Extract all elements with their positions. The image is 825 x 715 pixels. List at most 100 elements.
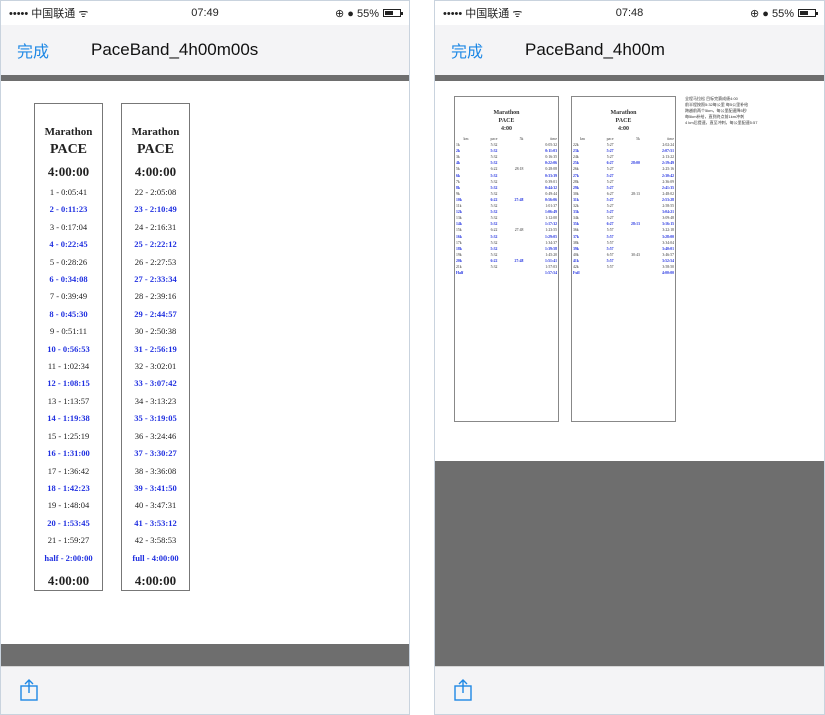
background-area [435, 461, 824, 668]
split-row: 31 - 2:56:19 [134, 343, 177, 354]
card-subheading: PACE [498, 118, 515, 124]
split-row: 35 - 3:19:05 [134, 413, 177, 424]
split-row: 25 - 2:22:12 [134, 239, 177, 250]
document-preview[interactable]: Marathon PACE 4:00:00 1 - 0:05:41 2 - 0:1… [1, 81, 409, 644]
split-list: 1 - 0:05:41 2 - 0:11:23 3 - 0:17:04 4 - 0:2… [35, 184, 102, 567]
table-cell: Full [573, 271, 580, 276]
phone-screen-left: ••••• 中国联通 ᯤ 07:49 ⊕ ● 55% 完成 PaceBand_4… [0, 0, 410, 715]
split-row: 15 - 1:25:19 [47, 430, 90, 441]
split-row: 1 - 0:05:41 [49, 187, 88, 197]
card-subheading: PACE [615, 118, 632, 124]
done-button[interactable]: 完成 [435, 38, 525, 62]
card-footer: 4:00:00 [47, 572, 90, 588]
battery-icon [383, 9, 404, 17]
split-row: 24 - 2:16:31 [134, 221, 177, 232]
target-time: 4:00:00 [134, 164, 177, 179]
phone-screen-right: ••••• 中国联通 ᯤ 07:48 ⊕ ● 55% 完成 PaceBand_4… [434, 0, 825, 715]
table-row: Half 1:57:54 [455, 270, 558, 276]
split-row: 4 - 0:22:45 [49, 239, 88, 250]
split-row: 12 - 1:08:15 [47, 378, 90, 389]
clock: 07:48 [615, 7, 644, 19]
card-subheading: PACE [136, 142, 175, 157]
table-cell: Half [456, 271, 464, 276]
card-heading: Marathon [493, 110, 520, 116]
status-bar: ••••• 中国联通 ᯤ 07:49 ⊕ ● 55% [1, 1, 409, 25]
clock: 07:49 [191, 7, 219, 19]
share-icon[interactable] [453, 679, 473, 701]
split-row: 32 - 3:02:01 [134, 361, 177, 372]
split-row: 27 - 2:33:34 [134, 274, 177, 285]
battery-icon [797, 9, 818, 17]
target-time: 4:00 [501, 126, 512, 132]
target-time: 4:00:00 [47, 164, 90, 179]
split-row: 3 - 0:17:04 [49, 221, 88, 232]
carrier-label: ••••• 中国联通 ᯤ [9, 8, 89, 20]
paceband-card: Marathon PACE 4:00 km pace 5k time 1k 5:32 0:… [454, 96, 559, 422]
navigation-bar: 完成 PaceBand_4h00m [435, 25, 824, 75]
split-list: 22 - 2:05:08 23 - 2:10:49 24 - 2:16:31 25 -… [122, 184, 189, 567]
split-row: 36 - 3:24:46 [134, 430, 177, 441]
split-row: 11 - 1:02:34 [47, 361, 90, 372]
split-row: 42 - 3:58:53 [134, 535, 177, 546]
split-row: 21 - 1:59:27 [47, 535, 90, 546]
split-row: 6 - 0:34:08 [49, 274, 88, 285]
table-cell: 4:00:00 [661, 271, 674, 276]
split-table: km pace 5k time 22k 5:27 2:02:24 23k 5:27 2:07:5… [572, 136, 675, 276]
split-row: 17 - 1:36:42 [47, 465, 90, 476]
split-row: 30 - 2:50:38 [134, 326, 177, 337]
status-indicators: ⊕ ● 55% [335, 7, 380, 20]
split-row: 19 - 1:48:04 [47, 500, 90, 511]
split-row: 38 - 3:36:08 [134, 465, 177, 476]
table-cell [615, 270, 641, 276]
card-subheading: PACE [49, 142, 88, 157]
document-preview[interactable]: Marathon PACE 4:00 km pace 5k time 1k 5:32 0:… [435, 81, 824, 461]
document-title: PaceBand_4h00m [525, 40, 665, 59]
split-row: 34 - 3:13:23 [134, 395, 177, 406]
card-heading: Marathon [131, 126, 180, 138]
split-row: 41 - 3:53:12 [134, 517, 177, 528]
card-heading: Marathon [610, 110, 637, 116]
split-row: 7 - 0:39:49 [49, 291, 88, 302]
split-row: 33 - 3:07:42 [134, 378, 177, 389]
split-row: 18 - 1:42:23 [47, 482, 90, 493]
split-row: 16 - 1:31:00 [47, 448, 90, 459]
carrier-label: ••••• 中国联通 ᯤ [443, 8, 523, 20]
split-row: 37 - 3:30:27 [134, 448, 177, 459]
split-row: 39 - 3:41:50 [134, 482, 177, 493]
split-table: km pace 5k time 1k 5:32 0:05:32 2k 5:32 0:11:03 3… [455, 136, 558, 276]
split-row: 23 - 2:10:49 [134, 204, 177, 215]
card-heading: Marathon [44, 126, 93, 138]
document-title: PaceBand_4h00m00s [91, 40, 259, 59]
card-footer: 4:00:00 [134, 572, 177, 588]
battery-level [799, 11, 808, 15]
split-row: 5 - 0:28:26 [49, 256, 88, 267]
strategy-notes: 全程马拉松 目标完赛成绩4:00 前半程按照5:32每公里 每5公里补给 跨越前两个… [685, 96, 785, 126]
split-row: 40 - 3:47:31 [134, 500, 177, 511]
split-row: half - 2:00:00 [44, 552, 93, 563]
background-area [1, 644, 409, 668]
done-button[interactable]: 完成 [1, 38, 91, 62]
paceband-card: Marathon PACE 4:00 km pace 5k time 22k 5:27 2… [571, 96, 676, 422]
table-cell [477, 270, 498, 276]
split-row: 22 - 2:05:08 [134, 187, 177, 197]
table-cell [593, 270, 615, 276]
table-cell: 1:57:54 [544, 271, 557, 276]
split-row: 28 - 2:39:16 [134, 291, 177, 302]
battery-level [385, 11, 394, 15]
split-row: 13 - 1:13:57 [47, 395, 90, 406]
split-row: 29 - 2:44:57 [134, 308, 177, 319]
paceband-card: Marathon PACE 4:00:00 22 - 2:05:08 23 - 2… [121, 103, 190, 591]
bottom-toolbar [435, 666, 824, 714]
note-line: 4 km后提速，直至冲刺，每公里配速5:57 [685, 120, 758, 125]
split-row: 26 - 2:27:53 [134, 256, 177, 267]
split-row: 20 - 1:53:45 [47, 517, 90, 528]
target-time: 4:00 [618, 126, 629, 132]
table-cell [498, 270, 524, 276]
bottom-toolbar [1, 666, 409, 714]
split-row: 2 - 0:11:23 [49, 204, 88, 215]
split-row: 9 - 0:51:11 [50, 326, 87, 337]
share-icon[interactable] [19, 679, 39, 701]
split-row: 8 - 0:45:30 [49, 308, 88, 319]
split-row: 14 - 1:19:38 [47, 413, 90, 424]
table-row: Full 4:00:00 [572, 270, 675, 276]
